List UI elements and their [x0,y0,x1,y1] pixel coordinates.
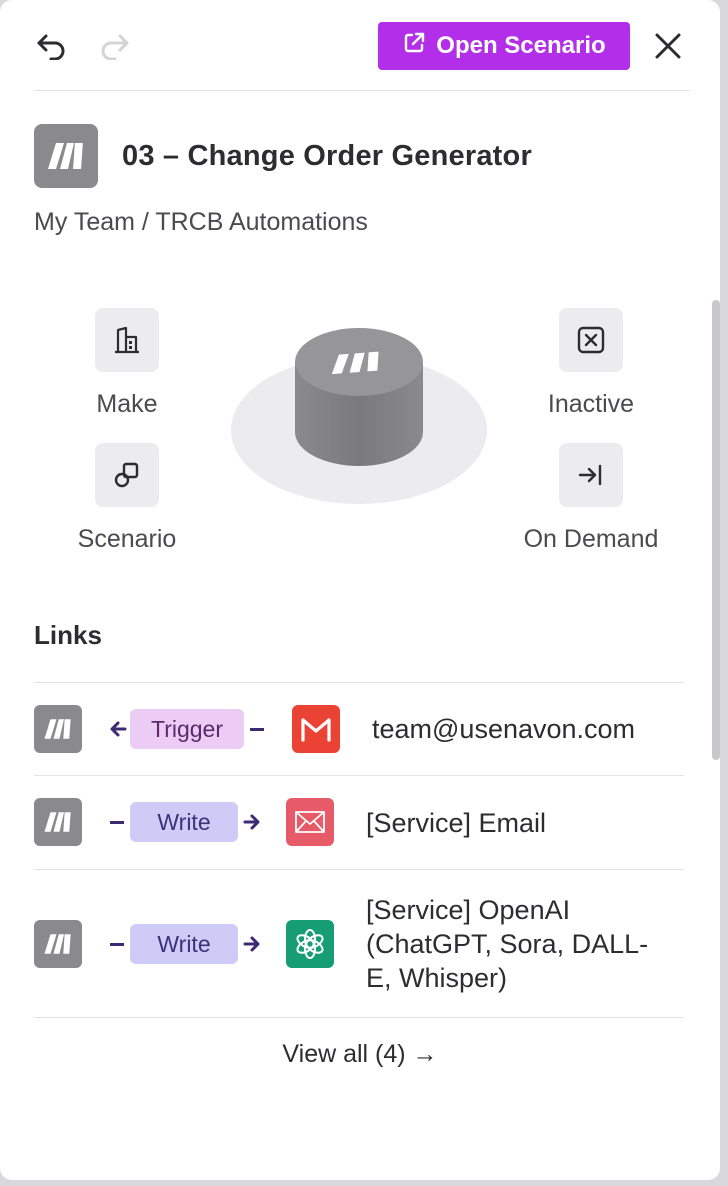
arrow-left-icon [110,721,127,737]
make-logo-icon [34,920,82,968]
service-name-line: E, Whisper) [366,963,508,993]
divider [34,90,690,91]
property-schedule: On Demand [501,443,681,554]
details-panel: Open Scenario 03 – Change Order Generato… [0,0,720,1180]
connector-line [250,727,264,731]
toolbar: Open Scenario [34,22,682,70]
divider [34,1017,684,1018]
open-scenario-label: Open Scenario [436,32,606,59]
write-pill: Write [130,924,238,964]
platform-label: Make [96,390,158,418]
page-title: 03 – Change Order Generator [122,139,532,172]
building-icon [95,308,159,372]
connector-line [110,820,124,824]
arrow-right-icon [243,936,260,952]
links-heading: Links [34,620,102,650]
connector-line [110,942,124,946]
status-label: Inactive [547,390,635,418]
service-name: [Service] Email [366,808,547,838]
arrow-right-icon [243,814,260,830]
redo-icon[interactable] [96,28,132,64]
undo-icon[interactable] [34,28,70,64]
copy-icon [95,443,159,507]
link-row[interactable]: Write [Service] OpenAI (ChatGPT, Sora, D… [34,870,684,1018]
openai-icon [286,920,334,968]
property-platform: Make [37,308,217,419]
envelope-icon [286,798,334,846]
service-name: [Service] OpenAI (ChatGPT, Sora, DALL- E… [366,893,648,995]
write-pill: Write [130,802,238,842]
scenario-illustration [230,322,488,506]
write-relation: Write [110,802,262,842]
breadcrumb: My Team / TRCB Automations [34,208,368,236]
trigger-pill: Trigger [130,709,244,749]
make-logo-icon [34,124,98,188]
gmail-icon [292,705,340,753]
external-link-icon [402,31,426,62]
link-row[interactable]: Write [Service] Email [34,776,684,870]
service-name-line: [Service] OpenAI [366,895,571,925]
trigger-relation: Trigger [108,709,264,749]
title-row: 03 – Change Order Generator [34,124,532,188]
service-name-line: (ChatGPT, Sora, DALL- [366,929,649,959]
make-logo-icon [34,798,82,846]
view-all-link[interactable]: View all (4) → [0,1040,720,1069]
close-icon[interactable] [650,28,686,64]
link-row[interactable]: Trigger team@usenavon.com [34,683,684,775]
property-type: Scenario [37,443,217,554]
property-status: Inactive [501,308,681,419]
service-name: team@usenavon.com [372,714,636,744]
arrow-in-icon [559,443,623,507]
x-box-icon [559,308,623,372]
type-label: Scenario [77,525,177,553]
scrollbar[interactable] [712,300,720,760]
schedule-label: On Demand [523,525,659,553]
write-relation: Write [110,924,262,964]
open-scenario-button[interactable]: Open Scenario [378,22,630,70]
make-logo-icon [34,705,82,753]
